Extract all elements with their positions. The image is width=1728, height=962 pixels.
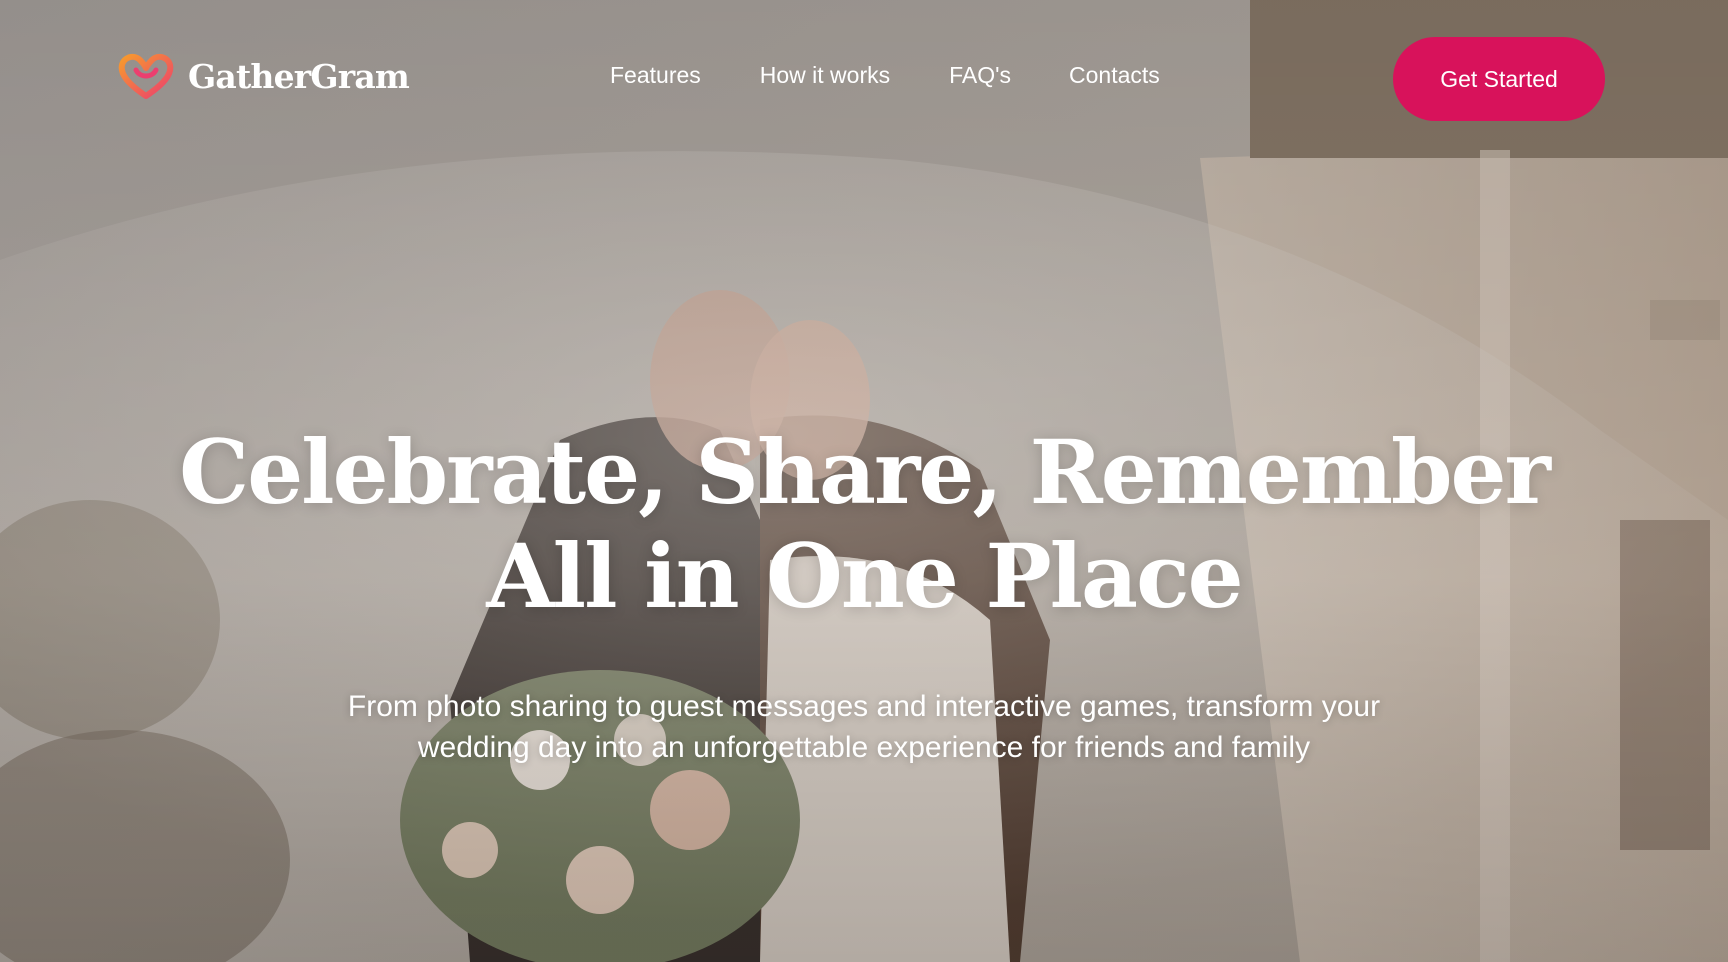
nav-link-contacts[interactable]: Contacts: [1069, 62, 1160, 89]
hero-section: GatherGram Features How it works FAQ's C…: [0, 0, 1728, 962]
brand-logo[interactable]: GatherGram: [118, 52, 410, 100]
nav-link-how-it-works[interactable]: How it works: [760, 62, 890, 89]
site-header: GatherGram Features How it works FAQ's C…: [0, 0, 1728, 158]
nav-link-features[interactable]: Features: [610, 62, 701, 89]
get-started-button[interactable]: Get Started: [1393, 37, 1605, 121]
hero-subtitle-line: wedding day into an unforgettable experi…: [417, 731, 1311, 764]
hero-subtitle: From photo sharing to guest messages and…: [0, 686, 1728, 768]
brand-name: GatherGram: [188, 56, 410, 96]
hero-headline-line: Celebrate, Share, Remember: [179, 420, 1551, 524]
nav-link-faqs[interactable]: FAQ's: [949, 62, 1011, 89]
hero-headline: Celebrate, Share, Remember All in One Pl…: [0, 420, 1728, 628]
main-nav: Features How it works FAQ's Contacts: [610, 62, 1160, 89]
hero-headline-line: All in One Place: [486, 524, 1243, 628]
hero-subtitle-line: From photo sharing to guest messages and…: [347, 690, 1381, 723]
heart-knot-icon: [118, 53, 174, 99]
